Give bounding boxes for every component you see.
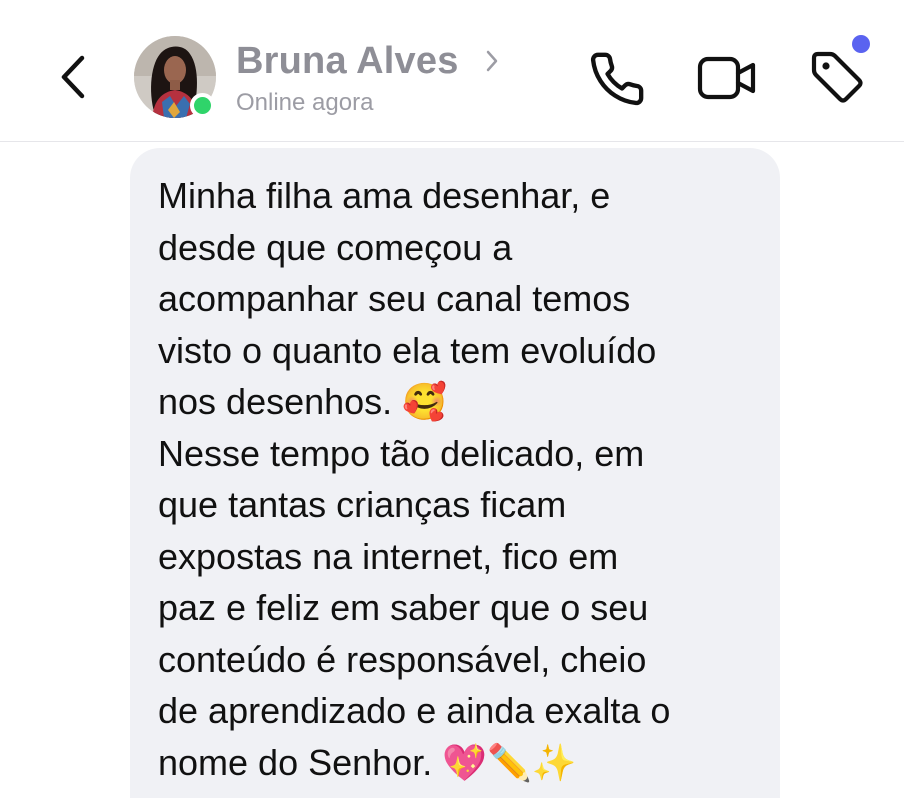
- chat-header: Bruna Alves Online agora: [0, 0, 904, 142]
- message-text: Minha filha ama desenhar, e desde que co…: [158, 175, 671, 783]
- tag-icon: [811, 51, 863, 103]
- contact-name: Bruna Alves: [236, 40, 459, 82]
- contact-avatar-wrapper: [134, 36, 216, 118]
- chevron-left-icon: [61, 55, 85, 99]
- contact-status: Online agora: [236, 89, 374, 116]
- voice-call-button[interactable]: [588, 50, 646, 108]
- chevron-right-icon: [486, 50, 498, 72]
- online-status-indicator: [190, 93, 215, 118]
- message-bubble[interactable]: Minha filha ama desenhar, e desde que co…: [130, 148, 780, 798]
- video-call-button[interactable]: [696, 52, 758, 104]
- back-button[interactable]: [52, 50, 96, 104]
- phone-icon: [590, 52, 644, 106]
- notification-dot: [852, 35, 870, 53]
- chat-screen: Bruna Alves Online agora Minha filha ama…: [0, 0, 904, 798]
- tag-button[interactable]: [806, 46, 868, 108]
- contact-info[interactable]: Bruna Alves Online agora: [236, 38, 498, 118]
- video-camera-icon: [697, 56, 756, 100]
